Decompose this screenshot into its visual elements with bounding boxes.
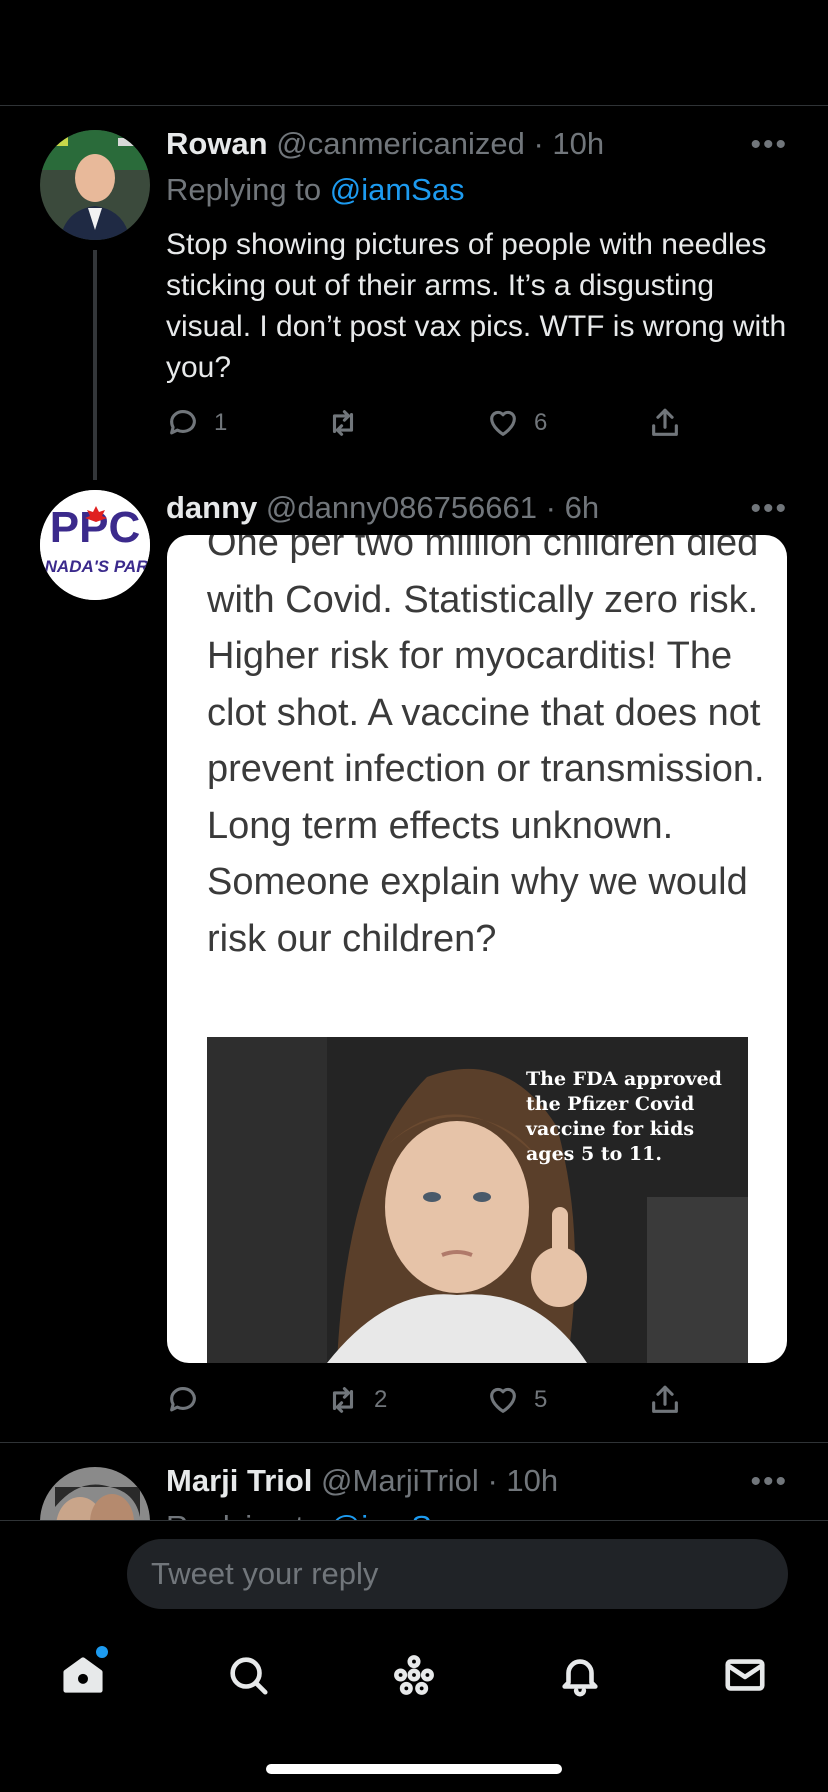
tweet-actions: 2 5 xyxy=(166,1383,686,1423)
like-button[interactable]: 5 xyxy=(486,1383,547,1417)
replying-to: Replying to @iamSas xyxy=(166,1507,788,1520)
top-bar xyxy=(0,0,828,106)
timestamp[interactable]: 10h xyxy=(506,1463,558,1498)
replying-to: Replying to @iamSas xyxy=(166,170,788,210)
home-icon xyxy=(63,1657,103,1693)
retweet-icon xyxy=(332,1387,354,1413)
display-name[interactable]: danny xyxy=(166,490,257,525)
tab-search[interactable] xyxy=(213,1640,283,1710)
user-handle[interactable]: @canmericanized xyxy=(276,126,525,161)
reply-button[interactable]: 1 xyxy=(166,406,227,440)
home-indicator[interactable] xyxy=(266,1764,562,1774)
avatar-sub-text: CANADA'S PARTY xyxy=(40,557,150,576)
reply-icon xyxy=(170,410,196,435)
share-icon xyxy=(652,408,678,436)
separator-dot: · xyxy=(545,490,556,525)
tab-home[interactable] xyxy=(48,1640,118,1710)
like-count: 6 xyxy=(534,409,548,436)
separator-dot: · xyxy=(533,126,544,161)
heart-icon xyxy=(490,1387,516,1413)
timestamp[interactable]: 6h xyxy=(565,490,599,525)
tweet-marji[interactable]: ••• Marji Triol @MarjiTriol · 10h Replyi… xyxy=(0,1443,828,1520)
tweet-header: Rowan @canmericanized · 10h xyxy=(166,124,788,164)
retweet-icon xyxy=(332,410,354,436)
tweet-text: Stop showing pictures of people with nee… xyxy=(166,228,787,384)
separator-dot: · xyxy=(487,1463,498,1498)
search-icon xyxy=(230,1657,268,1695)
reply-icon xyxy=(170,1387,196,1412)
home-notification-dot xyxy=(96,1646,108,1658)
timestamp[interactable]: 10h xyxy=(552,126,604,161)
image-caption: The FDA approved the Pfizer Covid vaccin… xyxy=(526,1068,722,1165)
like-count: 5 xyxy=(534,1386,548,1413)
tweet-content: Rowan @canmericanized · 10h Replying to … xyxy=(166,124,788,388)
child-photo: The FDA approved the Pfizer Covid vaccin… xyxy=(207,1037,748,1363)
retweet-count: 2 xyxy=(374,1386,388,1413)
tab-spaces[interactable] xyxy=(379,1640,449,1710)
avatar[interactable]: PPC CANADA'S PARTY xyxy=(40,490,150,600)
tweet-actions: 1 6 xyxy=(166,406,686,446)
reply-bar xyxy=(0,1520,828,1612)
mention-link[interactable]: @iamSas xyxy=(330,172,465,207)
mention-link[interactable]: @iamSas xyxy=(330,1509,465,1520)
reply-count: 1 xyxy=(214,409,228,436)
retweet-button[interactable] xyxy=(326,406,374,440)
bell-icon xyxy=(562,1659,598,1697)
tweet-rowan[interactable]: ••• Rowan @canmericanized · 10h Replying… xyxy=(0,106,828,480)
avatar[interactable] xyxy=(40,1467,150,1520)
user-handle[interactable]: @danny086756661 xyxy=(266,490,537,525)
avatar[interactable] xyxy=(40,130,150,240)
tweet-header: danny @danny086756661 · 6h xyxy=(166,488,788,528)
heart-icon xyxy=(490,410,516,436)
replying-prefix: Replying to xyxy=(166,172,330,207)
reply-button[interactable] xyxy=(166,1383,214,1417)
tweet-media-image[interactable]: One per two million children died with C… xyxy=(167,535,787,1363)
tweet-content: Marji Triol @MarjiTriol · 10h Replying t… xyxy=(166,1461,788,1520)
tweet-header: Marji Triol @MarjiTriol · 10h xyxy=(166,1461,788,1501)
display-name[interactable]: Marji Triol xyxy=(166,1463,312,1498)
display-name[interactable]: Rowan xyxy=(166,126,268,161)
image-text: One per two million children died with C… xyxy=(207,535,765,960)
user-handle[interactable]: @MarjiTriol xyxy=(321,1463,479,1498)
retweet-button[interactable]: 2 xyxy=(326,1383,387,1417)
tab-messages[interactable] xyxy=(710,1640,780,1710)
replying-prefix: Replying to xyxy=(166,1509,330,1520)
tweet-content: danny @danny086756661 · 6h xyxy=(166,488,788,528)
spaces-icon xyxy=(394,1655,434,1695)
reply-input[interactable] xyxy=(127,1539,788,1609)
share-button[interactable] xyxy=(648,1383,682,1417)
share-button[interactable] xyxy=(648,406,682,440)
like-button[interactable]: 6 xyxy=(486,406,547,440)
share-icon xyxy=(652,1385,678,1413)
tab-notifications[interactable] xyxy=(545,1640,615,1710)
thread-line xyxy=(93,250,97,480)
mail-icon xyxy=(725,1659,765,1691)
bottom-tab-bar xyxy=(0,1640,828,1710)
